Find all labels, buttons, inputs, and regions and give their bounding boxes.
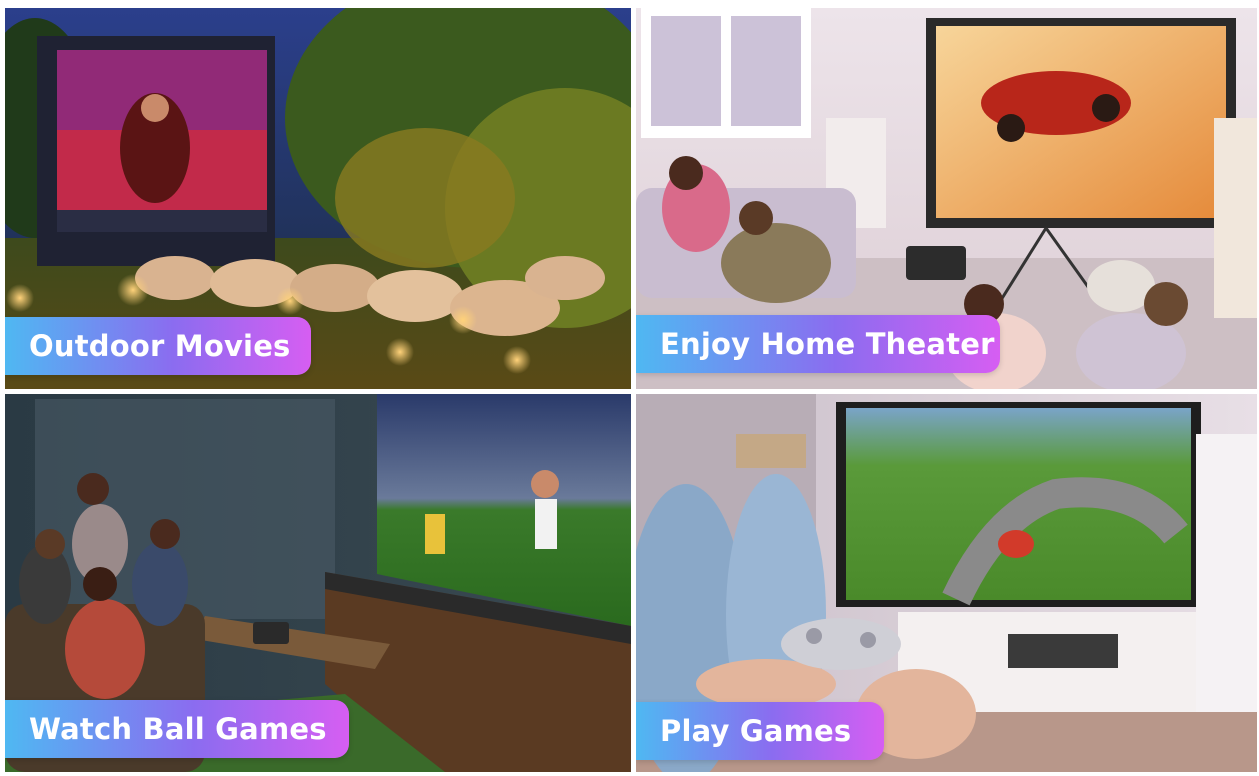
label-play-games: Play Games (636, 702, 884, 760)
label-outdoor-movies: Outdoor Movies (5, 317, 311, 375)
panel-outdoor-movies: Outdoor Movies (5, 8, 631, 389)
label-home-theater: Enjoy Home Theater (636, 315, 1000, 373)
panel-play-games: Play Games (636, 394, 1257, 772)
panel-home-theater: Enjoy Home Theater (636, 8, 1257, 389)
panel-ball-games: Watch Ball Games (5, 394, 631, 772)
label-ball-games: Watch Ball Games (5, 700, 349, 758)
projector-usage-grid: Outdoor Movies Enjoy Home Theater Watch … (0, 0, 1259, 776)
